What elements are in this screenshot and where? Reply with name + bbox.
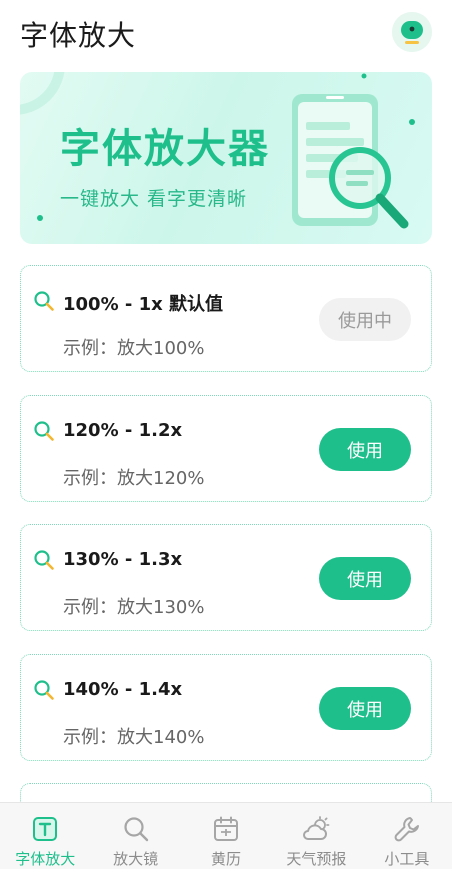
font-size-icon [31,815,59,847]
page-title: 字体放大 [20,19,137,52]
tab-label: 字体放大 [15,850,76,868]
option-example: 示例：放大100% [63,338,205,359]
bottom-tab-bar: 字体放大 放大镜 黄历 天气预报 小工具 [0,802,452,869]
promo-banner: 字体放大器 一键放大 看字更清晰 [20,72,432,244]
tab-magnifier[interactable]: 放大镜 [90,803,180,869]
tab-label: 黄历 [211,850,242,868]
search-icon [33,549,55,575]
option-title: 100% - 1x 默认值 [63,294,224,315]
in-use-button[interactable]: 使用中 [319,298,411,341]
tab-weather[interactable]: 天气预报 [271,803,361,869]
tab-label: 小工具 [384,850,430,868]
tab-label: 放大镜 [113,850,159,868]
option-example: 示例：放大130% [63,597,205,618]
zoom-option-card: 120% - 1.2x 示例：放大120% 使用 [20,395,432,502]
use-button[interactable]: 使用 [319,687,411,730]
banner-subtitle: 一键放大 看字更清晰 [60,188,248,210]
wrench-icon [393,815,421,847]
magnifier-icon [122,815,150,847]
search-icon [33,290,55,316]
zoom-option-card: 100% - 1x 默认值 示例：放大100% 使用中 [20,265,432,372]
zoom-option-card: 140% - 1.4x 示例：放大140% 使用 [20,654,432,761]
tab-tools[interactable]: 小工具 [362,803,452,869]
zoom-option-card: 130% - 1.3x 示例：放大130% 使用 [20,524,432,631]
option-title: 140% - 1.4x [63,679,183,700]
phone-magnifier-icon [282,86,422,240]
option-title: 130% - 1.3x [63,549,183,570]
app-header: 字体放大 [0,0,452,64]
option-title: 120% - 1.2x [63,420,183,441]
search-icon [33,679,55,705]
option-example: 示例：放大120% [63,468,205,489]
tab-label: 天气预报 [286,850,347,868]
tab-font-zoom[interactable]: 字体放大 [0,803,90,869]
use-button[interactable]: 使用 [319,428,411,471]
banner-title: 字体放大器 [60,126,270,172]
option-example: 示例：放大140% [63,727,205,748]
use-button[interactable]: 使用 [319,557,411,600]
robot-face-icon[interactable] [392,12,432,52]
calendar-icon [212,815,240,847]
weather-icon [301,815,331,847]
search-icon [33,420,55,446]
tab-almanac[interactable]: 黄历 [181,803,271,869]
